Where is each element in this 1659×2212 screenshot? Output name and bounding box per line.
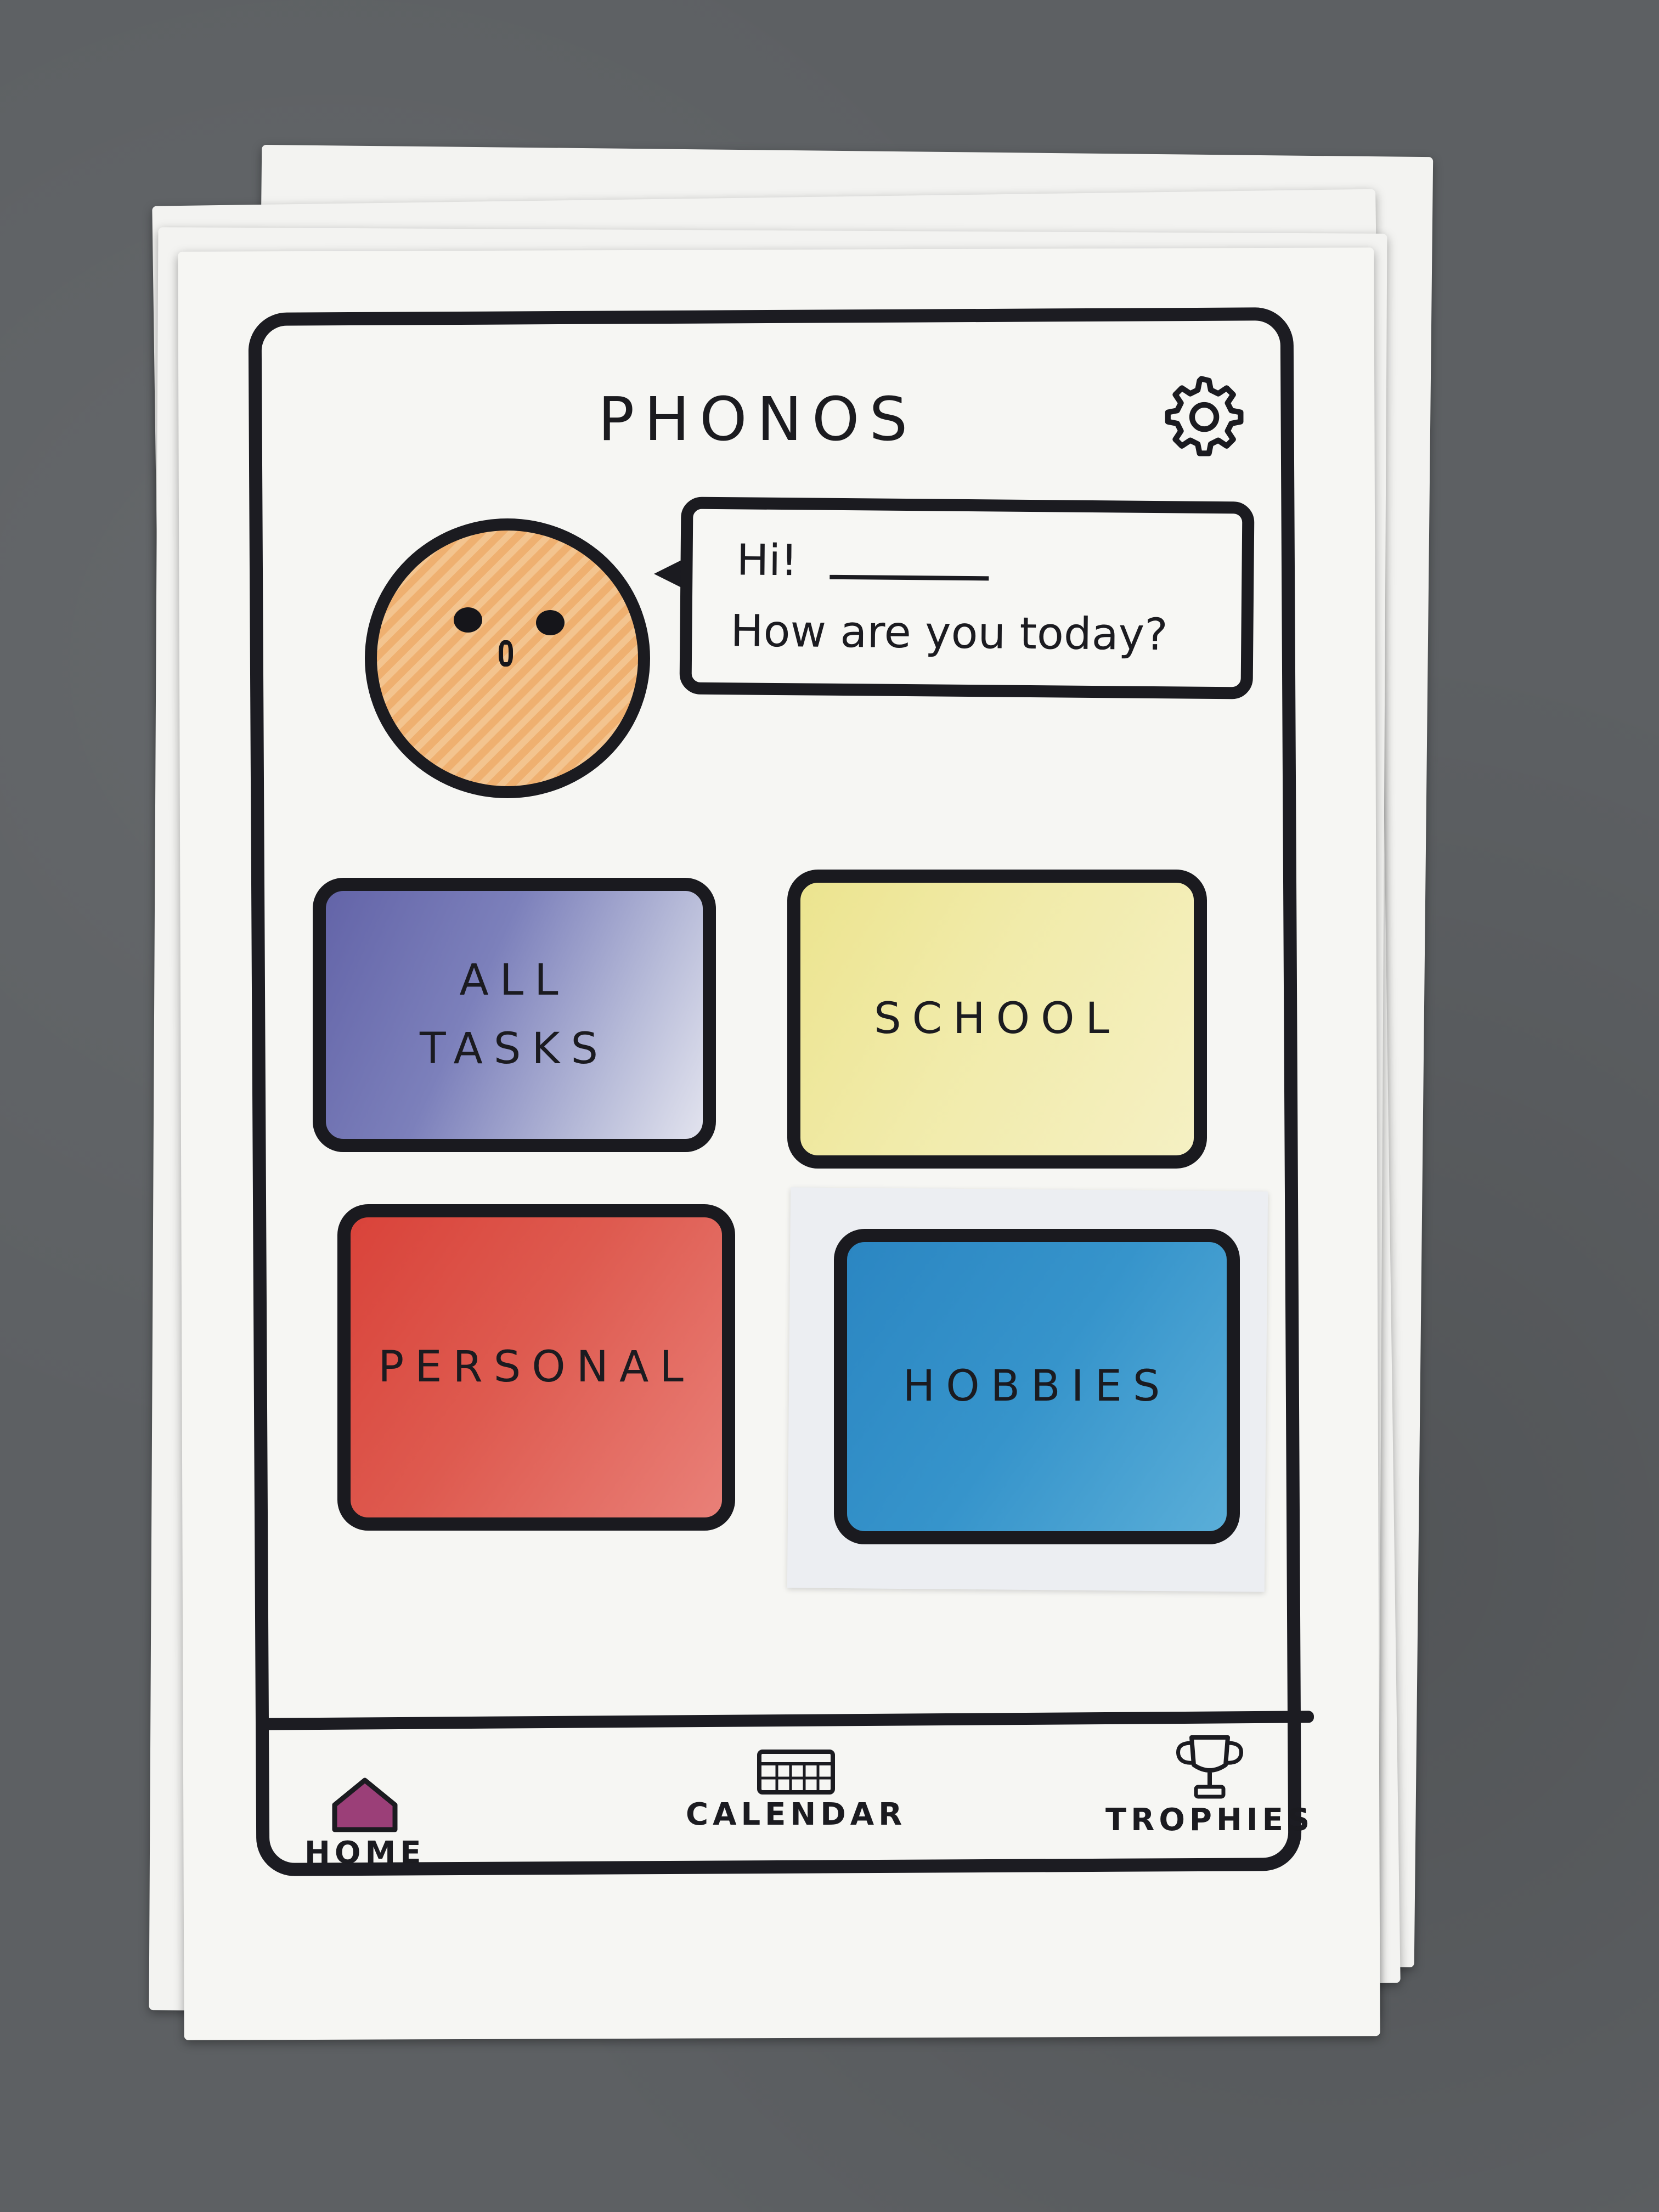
avatar-eye — [536, 610, 565, 635]
home-icon — [332, 1778, 398, 1832]
avatar-eye — [454, 607, 482, 633]
username-blank — [830, 574, 989, 581]
nav-calendar-label: CALENDAR — [686, 1797, 907, 1832]
avatar-beak — [499, 640, 513, 667]
avatar[interactable] — [365, 518, 650, 798]
nav-calendar[interactable]: CALENDAR — [686, 1747, 906, 1832]
greeting-text: Hi! — [736, 535, 798, 586]
nav-home[interactable]: HOME — [304, 1775, 425, 1871]
category-label: ALL TASKS — [419, 956, 610, 1074]
trophy-icon — [1176, 1735, 1244, 1799]
nav-home-label: HOME — [304, 1835, 426, 1871]
app-title: PHONOS — [598, 384, 918, 454]
speech-bubble-tail — [654, 560, 682, 588]
calendar-icon — [757, 1750, 836, 1795]
nav-trophies[interactable]: TROPHIES — [1105, 1731, 1314, 1838]
nav-trophies-label: TROPHIES — [1105, 1802, 1314, 1838]
gear-icon[interactable] — [1155, 368, 1248, 461]
category-personal-button[interactable]: PERSONAL — [337, 1204, 735, 1531]
category-label: SCHOOL — [874, 994, 1120, 1044]
category-all-tasks-button[interactable]: ALL TASKS — [313, 878, 716, 1152]
category-label: PERSONAL — [378, 1342, 695, 1392]
question-text: How are you today? — [730, 605, 1168, 661]
category-school-button[interactable]: SCHOOL — [787, 870, 1207, 1169]
category-label: HOBBIES — [902, 1362, 1171, 1412]
category-hobbies-button[interactable]: HOBBIES — [834, 1229, 1240, 1544]
speech-bubble: Hi! How are you today? — [679, 496, 1255, 699]
